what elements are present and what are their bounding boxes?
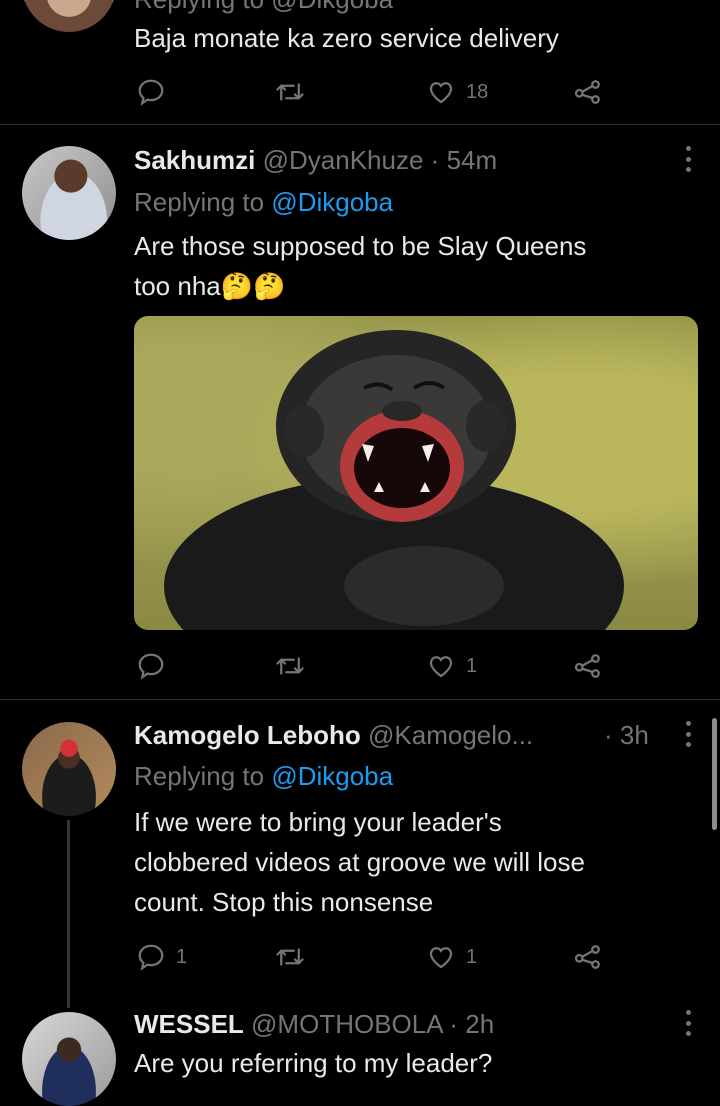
retweet-icon bbox=[276, 83, 304, 101]
separator-dot: · bbox=[604, 720, 613, 750]
tweet-actions: 1 1 bbox=[134, 937, 604, 977]
like-button[interactable]: 1 bbox=[426, 937, 477, 977]
share-icon bbox=[574, 945, 600, 969]
tweet-text-line: too nha🤔🤔 bbox=[134, 271, 286, 301]
like-count: 1 bbox=[466, 654, 478, 677]
tweet-text-line: Are you referring to my leader? bbox=[134, 1048, 493, 1078]
timestamp[interactable]: 2h bbox=[465, 1009, 494, 1039]
retweet-button[interactable] bbox=[274, 646, 306, 686]
reply-icon bbox=[138, 653, 164, 680]
replying-to: Replying to @Dikgoba bbox=[134, 761, 393, 791]
avatar[interactable] bbox=[22, 722, 116, 816]
tweet-header: Sakhumzi @DyanKhuze · 54m bbox=[134, 145, 497, 175]
avatar[interactable] bbox=[22, 0, 116, 32]
timestamp[interactable]: 3h bbox=[620, 720, 649, 750]
divider bbox=[0, 699, 720, 700]
tweet-text: Are those supposed to be Slay Queens too… bbox=[134, 226, 694, 306]
tweet-text: Baja monate ka zero service delivery bbox=[134, 23, 559, 53]
replying-to: Replying to @Dikgoba bbox=[134, 187, 393, 217]
replying-to-cut: Replying to @Dikgoba bbox=[134, 0, 393, 14]
user-handle[interactable]: @DyanKhuze bbox=[263, 145, 424, 175]
like-button[interactable]: 1 bbox=[426, 646, 477, 686]
reply-button[interactable] bbox=[136, 72, 166, 112]
tweet-actions: 18 bbox=[134, 72, 604, 112]
retweet-icon bbox=[276, 948, 304, 966]
like-icon bbox=[429, 947, 453, 969]
separator-dot: · bbox=[430, 145, 440, 175]
avatar[interactable] bbox=[22, 1012, 116, 1106]
retweet-button[interactable] bbox=[274, 937, 306, 977]
tweet-header: WESSEL @MOTHOBOLA · 2h bbox=[134, 1009, 494, 1039]
replying-prefix: Replying to bbox=[134, 761, 265, 791]
tweet-text-line: Are those supposed to be Slay Queens bbox=[134, 231, 587, 261]
mention-link[interactable]: @Dikgoba bbox=[271, 187, 393, 217]
reply-count: 1 bbox=[176, 945, 188, 968]
user-handle[interactable]: @Kamogelo... bbox=[368, 720, 533, 750]
tweet-text: If we were to bring your leader's clobbe… bbox=[134, 802, 694, 922]
share-button[interactable] bbox=[572, 72, 604, 112]
more-button[interactable] bbox=[684, 721, 692, 747]
tweet-text: Are you referring to my leader? bbox=[134, 1043, 694, 1083]
thinking-emoji: 🤔🤔 bbox=[220, 271, 286, 301]
chimp-figure bbox=[164, 330, 624, 630]
replying-prefix: Replying to bbox=[134, 187, 265, 217]
share-icon bbox=[574, 654, 600, 678]
retweet-button[interactable] bbox=[274, 72, 306, 112]
tweet-text-line: count. Stop this nonsense bbox=[134, 887, 434, 917]
share-button[interactable] bbox=[572, 646, 604, 686]
reply-icon bbox=[138, 944, 164, 971]
like-button[interactable]: 18 bbox=[426, 72, 488, 112]
separator-dot: · bbox=[449, 1009, 459, 1039]
user-handle[interactable]: @MOTHOBOLA bbox=[251, 1009, 442, 1039]
timestamp[interactable]: 54m bbox=[447, 145, 498, 175]
display-name[interactable]: Kamogelo Leboho bbox=[134, 720, 361, 750]
tweet-image[interactable] bbox=[134, 316, 698, 630]
like-count: 18 bbox=[466, 80, 489, 103]
share-icon bbox=[574, 80, 600, 104]
share-button[interactable] bbox=[572, 937, 604, 977]
reply-button[interactable] bbox=[136, 646, 166, 686]
divider bbox=[0, 124, 720, 125]
retweet-icon bbox=[276, 657, 304, 675]
tweet-text-line: clobbered videos at groove we will lose bbox=[134, 847, 585, 877]
tweet-actions: 1 bbox=[134, 646, 604, 686]
reply-button[interactable]: 1 bbox=[136, 937, 187, 977]
tweet-header: Kamogelo Leboho @Kamogelo... bbox=[134, 720, 533, 750]
like-count: 1 bbox=[466, 945, 478, 968]
display-name[interactable]: Sakhumzi bbox=[134, 145, 255, 175]
more-button[interactable] bbox=[684, 146, 692, 172]
timestamp-group: · 3h bbox=[604, 720, 649, 750]
thread-line bbox=[67, 820, 70, 1008]
avatar[interactable] bbox=[22, 146, 116, 240]
more-button[interactable] bbox=[684, 1010, 692, 1036]
tweet-text-line: If we were to bring your leader's bbox=[134, 807, 502, 837]
like-icon bbox=[429, 656, 453, 678]
display-name[interactable]: WESSEL bbox=[134, 1009, 244, 1039]
mention-link[interactable]: @Dikgoba bbox=[271, 761, 393, 791]
scrollbar[interactable] bbox=[712, 718, 717, 830]
like-icon bbox=[429, 82, 453, 104]
reply-icon bbox=[138, 79, 164, 106]
